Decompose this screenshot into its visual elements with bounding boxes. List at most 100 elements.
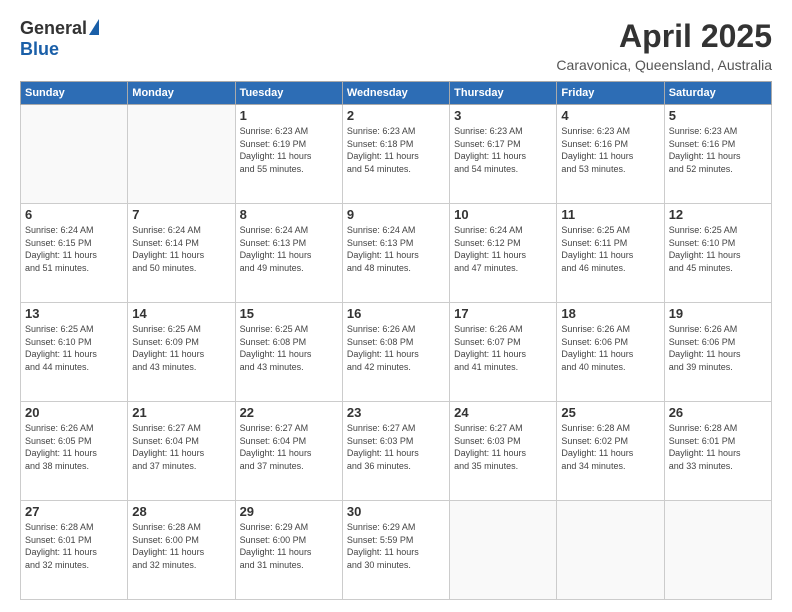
day-number: 4: [561, 108, 659, 123]
calendar-cell: 26Sunrise: 6:28 AM Sunset: 6:01 PM Dayli…: [664, 402, 771, 501]
calendar-cell: 6 Sunrise: 6:24 AM Sunset: 6:15 PM Daylig…: [21, 204, 128, 303]
calendar-cell: 18 Sunrise: 6:26 AM Sunset: 6:06 PM Dayli…: [557, 303, 664, 402]
day-number: 27: [25, 504, 123, 519]
day-number: 19: [669, 306, 767, 321]
day-info: Sunrise: 6:25 AM Sunset: 6:11 PM Dayligh…: [561, 224, 659, 274]
day-info: Sunrise: 6:27 AM Sunset: 6:04 PM Dayligh…: [132, 422, 230, 472]
calendar-cell: 24Sunrise: 6:27 AM Sunset: 6:03 PM Dayli…: [450, 402, 557, 501]
calendar-week-row: 1Sunrise: 6:23 AM Sunset: 6:19 PM Daylig…: [21, 105, 772, 204]
day-number: 18: [561, 306, 659, 321]
day-info: Sunrise: 6:24 AM Sunset: 6:13 PM Dayligh…: [347, 224, 445, 274]
calendar-cell: [21, 105, 128, 204]
location: Caravonica, Queensland, Australia: [556, 57, 772, 73]
calendar-cell: 20 Sunrise: 6:26 AM Sunset: 6:05 PM Dayli…: [21, 402, 128, 501]
header: General Blue April 2025 Caravonica, Quee…: [20, 18, 772, 73]
day-info: Sunrise: 6:26 AM Sunset: 6:06 PM Dayligh…: [561, 323, 659, 373]
calendar-cell: 2 Sunrise: 6:23 AM Sunset: 6:18 PM Daylig…: [342, 105, 449, 204]
calendar-cell: 8 Sunrise: 6:24 AM Sunset: 6:13 PM Daylig…: [235, 204, 342, 303]
day-number: 7: [132, 207, 230, 222]
calendar-cell: 21 Sunrise: 6:27 AM Sunset: 6:04 PM Dayli…: [128, 402, 235, 501]
logo-triangle-icon: [89, 19, 99, 35]
day-info: Sunrise: 6:29 AM Sunset: 6:00 PM Dayligh…: [240, 521, 338, 571]
day-info: Sunrise: 6:29 AM Sunset: 5:59 PM Dayligh…: [347, 521, 445, 571]
calendar-cell: 27 Sunrise: 6:28 AM Sunset: 6:01 PM Dayli…: [21, 501, 128, 600]
weekday-header: Thursday: [450, 82, 557, 105]
calendar-cell: 14Sunrise: 6:25 AM Sunset: 6:09 PM Dayli…: [128, 303, 235, 402]
day-number: 13: [25, 306, 123, 321]
day-info: Sunrise: 6:24 AM Sunset: 6:12 PM Dayligh…: [454, 224, 552, 274]
day-number: 8: [240, 207, 338, 222]
page: General Blue April 2025 Caravonica, Quee…: [0, 0, 792, 612]
weekday-header: Saturday: [664, 82, 771, 105]
day-info: Sunrise: 6:28 AM Sunset: 6:02 PM Dayligh…: [561, 422, 659, 472]
day-number: 17: [454, 306, 552, 321]
calendar-cell: 9 Sunrise: 6:24 AM Sunset: 6:13 PM Daylig…: [342, 204, 449, 303]
title-block: April 2025 Caravonica, Queensland, Austr…: [556, 18, 772, 73]
calendar-cell: 19 Sunrise: 6:26 AM Sunset: 6:06 PM Dayli…: [664, 303, 771, 402]
day-info: Sunrise: 6:28 AM Sunset: 6:01 PM Dayligh…: [25, 521, 123, 571]
calendar-week-row: 27 Sunrise: 6:28 AM Sunset: 6:01 PM Dayli…: [21, 501, 772, 600]
calendar-cell: 25Sunrise: 6:28 AM Sunset: 6:02 PM Dayli…: [557, 402, 664, 501]
calendar-cell: 13 Sunrise: 6:25 AM Sunset: 6:10 PM Dayli…: [21, 303, 128, 402]
calendar-cell: 15 Sunrise: 6:25 AM Sunset: 6:08 PM Dayli…: [235, 303, 342, 402]
day-number: 22: [240, 405, 338, 420]
day-info: Sunrise: 6:28 AM Sunset: 6:00 PM Dayligh…: [132, 521, 230, 571]
day-number: 12: [669, 207, 767, 222]
day-info: Sunrise: 6:26 AM Sunset: 6:05 PM Dayligh…: [25, 422, 123, 472]
day-info: Sunrise: 6:25 AM Sunset: 6:08 PM Dayligh…: [240, 323, 338, 373]
day-info: Sunrise: 6:25 AM Sunset: 6:10 PM Dayligh…: [669, 224, 767, 274]
day-info: Sunrise: 6:25 AM Sunset: 6:10 PM Dayligh…: [25, 323, 123, 373]
day-number: 28: [132, 504, 230, 519]
calendar-cell: 30Sunrise: 6:29 AM Sunset: 5:59 PM Dayli…: [342, 501, 449, 600]
logo: General Blue: [20, 18, 99, 60]
day-number: 23: [347, 405, 445, 420]
calendar-cell: 29 Sunrise: 6:29 AM Sunset: 6:00 PM Dayli…: [235, 501, 342, 600]
day-info: Sunrise: 6:23 AM Sunset: 6:18 PM Dayligh…: [347, 125, 445, 175]
day-number: 21: [132, 405, 230, 420]
calendar-table: SundayMondayTuesdayWednesdayThursdayFrid…: [20, 81, 772, 600]
weekday-header: Sunday: [21, 82, 128, 105]
day-number: 14: [132, 306, 230, 321]
day-number: 6: [25, 207, 123, 222]
calendar-cell: 17 Sunrise: 6:26 AM Sunset: 6:07 PM Dayli…: [450, 303, 557, 402]
day-number: 15: [240, 306, 338, 321]
calendar-week-row: 13 Sunrise: 6:25 AM Sunset: 6:10 PM Dayli…: [21, 303, 772, 402]
day-info: Sunrise: 6:23 AM Sunset: 6:16 PM Dayligh…: [561, 125, 659, 175]
calendar-cell: 4 Sunrise: 6:23 AM Sunset: 6:16 PM Daylig…: [557, 105, 664, 204]
day-info: Sunrise: 6:27 AM Sunset: 6:03 PM Dayligh…: [347, 422, 445, 472]
calendar-cell: [450, 501, 557, 600]
day-info: Sunrise: 6:26 AM Sunset: 6:08 PM Dayligh…: [347, 323, 445, 373]
calendar-cell: 22 Sunrise: 6:27 AM Sunset: 6:04 PM Dayli…: [235, 402, 342, 501]
day-info: Sunrise: 6:26 AM Sunset: 6:06 PM Dayligh…: [669, 323, 767, 373]
weekday-header: Monday: [128, 82, 235, 105]
day-info: Sunrise: 6:26 AM Sunset: 6:07 PM Dayligh…: [454, 323, 552, 373]
day-info: Sunrise: 6:27 AM Sunset: 6:04 PM Dayligh…: [240, 422, 338, 472]
day-info: Sunrise: 6:23 AM Sunset: 6:16 PM Dayligh…: [669, 125, 767, 175]
day-number: 3: [454, 108, 552, 123]
logo-general-text: General: [20, 18, 87, 39]
day-number: 26: [669, 405, 767, 420]
calendar-cell: [128, 105, 235, 204]
day-number: 29: [240, 504, 338, 519]
day-info: Sunrise: 6:24 AM Sunset: 6:15 PM Dayligh…: [25, 224, 123, 274]
logo-blue-text: Blue: [20, 39, 59, 60]
calendar-cell: 7Sunrise: 6:24 AM Sunset: 6:14 PM Daylig…: [128, 204, 235, 303]
day-number: 5: [669, 108, 767, 123]
calendar-cell: 23 Sunrise: 6:27 AM Sunset: 6:03 PM Dayli…: [342, 402, 449, 501]
day-number: 1: [240, 108, 338, 123]
calendar-cell: 16 Sunrise: 6:26 AM Sunset: 6:08 PM Dayli…: [342, 303, 449, 402]
calendar-cell: 11 Sunrise: 6:25 AM Sunset: 6:11 PM Dayli…: [557, 204, 664, 303]
calendar-cell: 28 Sunrise: 6:28 AM Sunset: 6:00 PM Dayli…: [128, 501, 235, 600]
calendar-cell: 12 Sunrise: 6:25 AM Sunset: 6:10 PM Dayli…: [664, 204, 771, 303]
calendar-week-row: 20 Sunrise: 6:26 AM Sunset: 6:05 PM Dayli…: [21, 402, 772, 501]
day-number: 16: [347, 306, 445, 321]
day-number: 20: [25, 405, 123, 420]
calendar-cell: 3Sunrise: 6:23 AM Sunset: 6:17 PM Daylig…: [450, 105, 557, 204]
day-number: 2: [347, 108, 445, 123]
day-info: Sunrise: 6:24 AM Sunset: 6:13 PM Dayligh…: [240, 224, 338, 274]
calendar-week-row: 6 Sunrise: 6:24 AM Sunset: 6:15 PM Daylig…: [21, 204, 772, 303]
calendar-cell: 1Sunrise: 6:23 AM Sunset: 6:19 PM Daylig…: [235, 105, 342, 204]
day-number: 9: [347, 207, 445, 222]
weekday-header: Wednesday: [342, 82, 449, 105]
day-number: 11: [561, 207, 659, 222]
